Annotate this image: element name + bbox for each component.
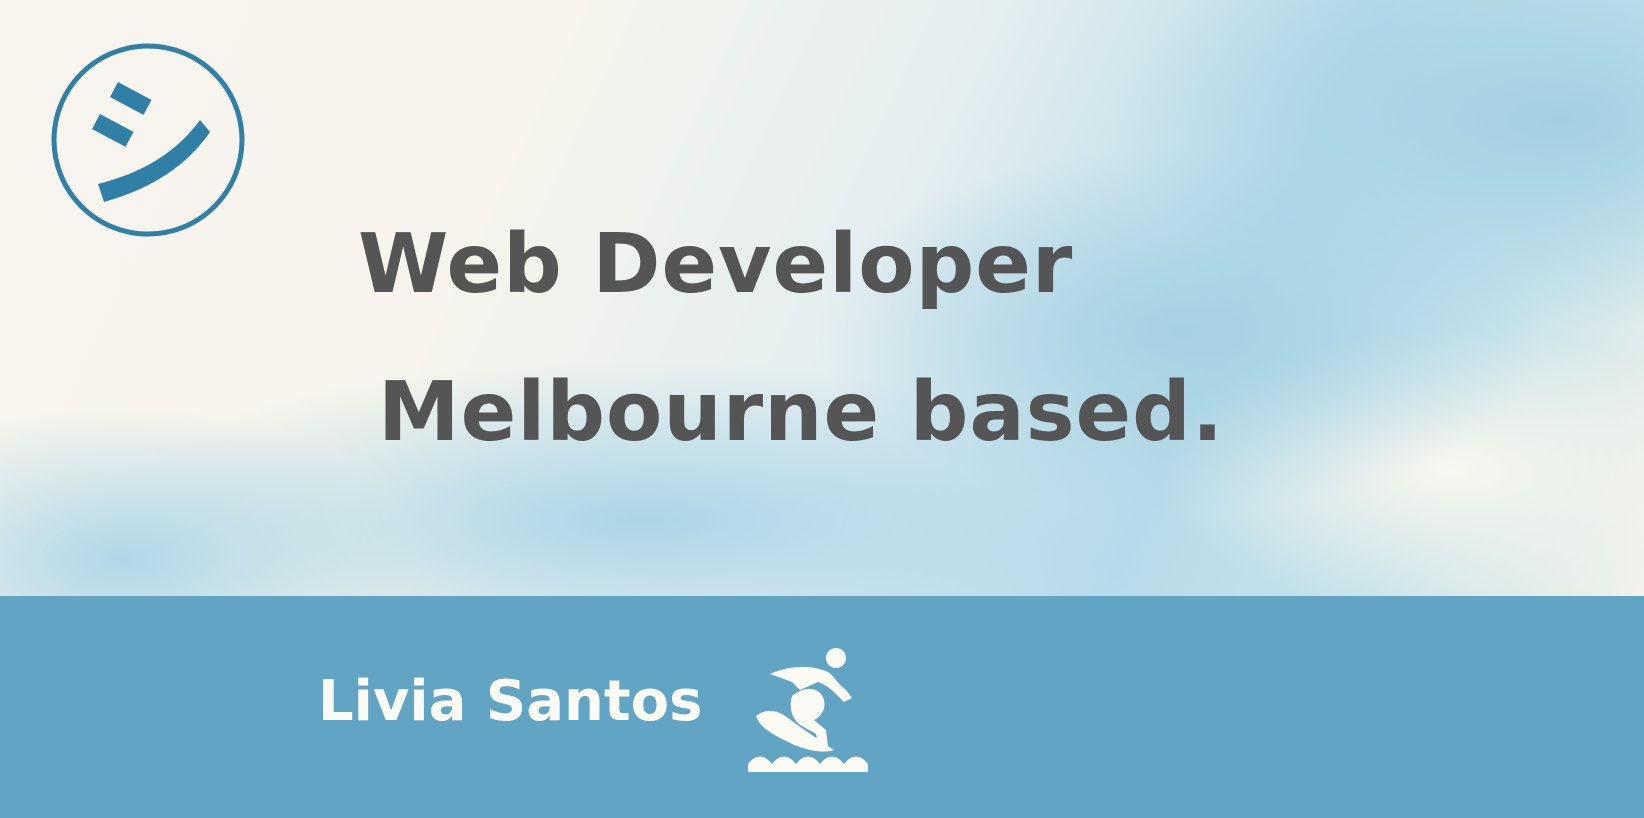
smiley-circle-icon[interactable]	[50, 42, 246, 238]
hero-section: Web Developer Melbourne based.	[0, 0, 1644, 596]
page: Web Developer Melbourne based. Livia San…	[0, 0, 1644, 818]
hero-title-line2: Melbourne based.	[378, 365, 1225, 460]
surfer-icon	[748, 648, 868, 772]
footer-bar: Livia Santos	[0, 596, 1644, 818]
hero-title-line1: Web Developer	[358, 217, 1074, 312]
author-name: Livia Santos	[318, 669, 703, 734]
